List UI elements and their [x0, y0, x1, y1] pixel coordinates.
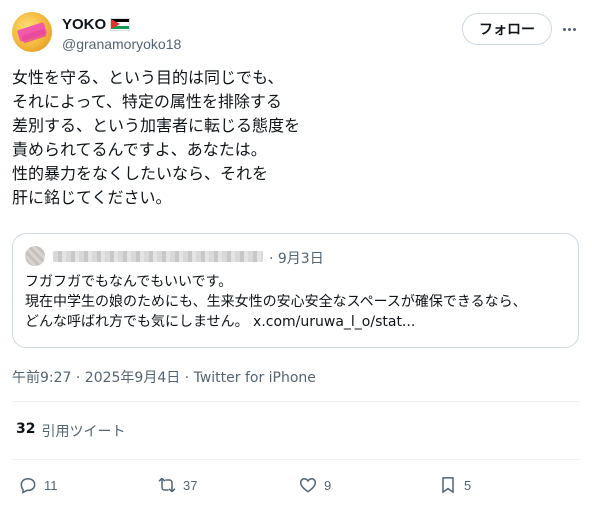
- quoted-tweet-date: · 9月3日: [269, 251, 324, 267]
- divider: [12, 459, 580, 460]
- more-horizontal-icon[interactable]: [558, 19, 580, 39]
- quoted-tweet-card[interactable]: · 9月3日 フガフガでもなんでもいいです。 現在中学生の娘のためにも、生来女性…: [12, 233, 579, 348]
- quoted-tweet-text: フガフガでもなんでもいいです。 現在中学生の娘のためにも、生来女性の安心安全なス…: [25, 272, 570, 332]
- palestine-flag-icon: [110, 17, 131, 31]
- retweet-count: 37: [183, 477, 198, 493]
- like-count: 9: [324, 477, 332, 493]
- bookmark-icon: [442, 477, 454, 494]
- quoted-text-line: フガフガでもなんでもいいです。: [25, 274, 233, 290]
- divider: [12, 401, 580, 402]
- tweet-text-line: それによって、特定の属性を排除する: [12, 92, 282, 111]
- tweet-text-line: 差別する、という加害者に転じる態度を: [12, 116, 301, 135]
- like-button[interactable]: 9: [298, 470, 331, 500]
- bookmark-button[interactable]: 5: [438, 470, 471, 500]
- quoted-author-name-blurred: [53, 251, 263, 262]
- author-display-name[interactable]: YOKO: [62, 16, 106, 33]
- quote-tweets-label: 引用ツイート: [41, 424, 126, 440]
- quote-tweets-count: 32: [16, 421, 36, 437]
- reply-icon: [20, 477, 36, 494]
- tweet-text-line: 性的暴力をなくしたいなら、それを: [12, 164, 269, 183]
- author-avatar[interactable]: [12, 12, 52, 52]
- bookmark-count: 5: [464, 477, 472, 493]
- tweet-action-bar: 11 37 9 5: [12, 470, 580, 500]
- quoted-author-avatar-blurred: [25, 246, 45, 266]
- retweet-button[interactable]: 37: [157, 470, 197, 500]
- heart-icon: [299, 477, 317, 493]
- tweet-body: 女性を守る、という目的は同じでも、 それによって、特定の属性を排除する 差別する…: [12, 66, 572, 210]
- tweet-header: YOKO @granamoryoko18 フォロー: [12, 12, 580, 54]
- reply-button[interactable]: 11: [18, 470, 58, 500]
- tweet-text-line: 女性を守る、という目的は同じでも、: [12, 68, 284, 87]
- quoted-text-line: どんな呼ばれ方でも気にしません。 x.com/uruwa_l_o/stat...: [25, 314, 416, 330]
- author-name-row[interactable]: YOKO: [62, 14, 131, 34]
- retweet-icon: [158, 477, 176, 493]
- tweet-timestamp[interactable]: 午前9:27 · 2025年9月4日 · Twitter for iPhone: [12, 367, 316, 387]
- tweet-text-line: 肝に銘じてください。: [12, 188, 172, 207]
- tweet-text-line: 責められてるんですよ、あなたは。: [12, 140, 267, 159]
- quote-tweets-stat[interactable]: 32 引用ツイート: [16, 421, 125, 441]
- author-handle[interactable]: @granamoryoko18: [62, 36, 181, 52]
- reply-count: 11: [44, 477, 58, 493]
- quoted-text-line: 現在中学生の娘のためにも、生来女性の安心安全なスペースが確保できるなら、: [25, 294, 527, 310]
- follow-button[interactable]: フォロー: [462, 13, 552, 45]
